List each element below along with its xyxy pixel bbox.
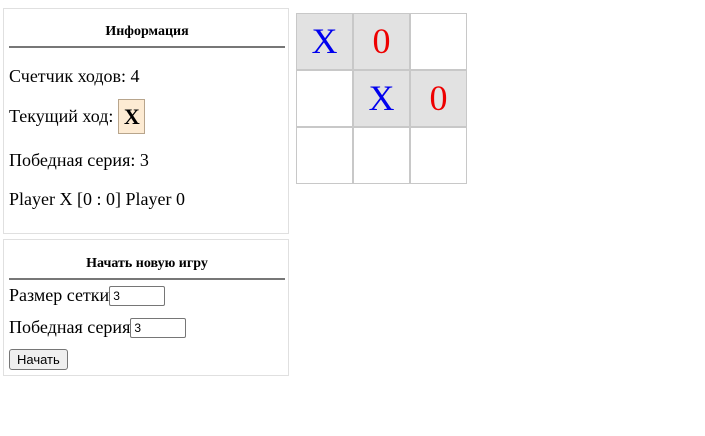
board-cell-0-2[interactable] [410, 13, 467, 70]
board-cell-1-1[interactable]: X [353, 70, 410, 127]
board-cell-0-1[interactable]: 0 [353, 13, 410, 70]
current-turn-badge: X [118, 99, 146, 134]
info-title: Информация [9, 24, 285, 48]
board-cell-2-2[interactable] [410, 127, 467, 184]
win-length-input[interactable] [130, 317, 187, 338]
score-line: Player X [0 : 0] Player 0 [9, 189, 185, 209]
win-streak-info: Победная серия: 3 [9, 150, 149, 170]
grid-size-input[interactable] [109, 285, 166, 306]
move-counter: Счетчик ходов: 4 [9, 66, 140, 86]
board-cell-2-1[interactable] [353, 127, 410, 184]
grid-size-row: Размер сетки [9, 285, 166, 306]
new-game-panel: Начать новую игру Размер сетки Победная … [3, 239, 289, 376]
new-game-title: Начать новую игру [9, 256, 285, 280]
board-cell-1-2[interactable]: 0 [410, 70, 467, 127]
win-length-label: Победная серия [9, 317, 131, 337]
board-cell-2-0[interactable] [296, 127, 353, 184]
win-length-row: Победная серия [9, 317, 187, 338]
board-cell-0-0[interactable]: X [296, 13, 353, 70]
start-button[interactable]: Начать [9, 349, 68, 370]
info-panel: Информация Счетчик ходов: 4 Текущий ход:… [3, 8, 289, 234]
grid-size-label: Размер сетки [9, 285, 110, 305]
current-turn-label: Текущий ход: [9, 106, 114, 126]
board-cell-1-0[interactable] [296, 70, 353, 127]
current-turn-row: Текущий ход: X [9, 99, 146, 134]
game-board: X 0 X 0 [296, 13, 467, 184]
